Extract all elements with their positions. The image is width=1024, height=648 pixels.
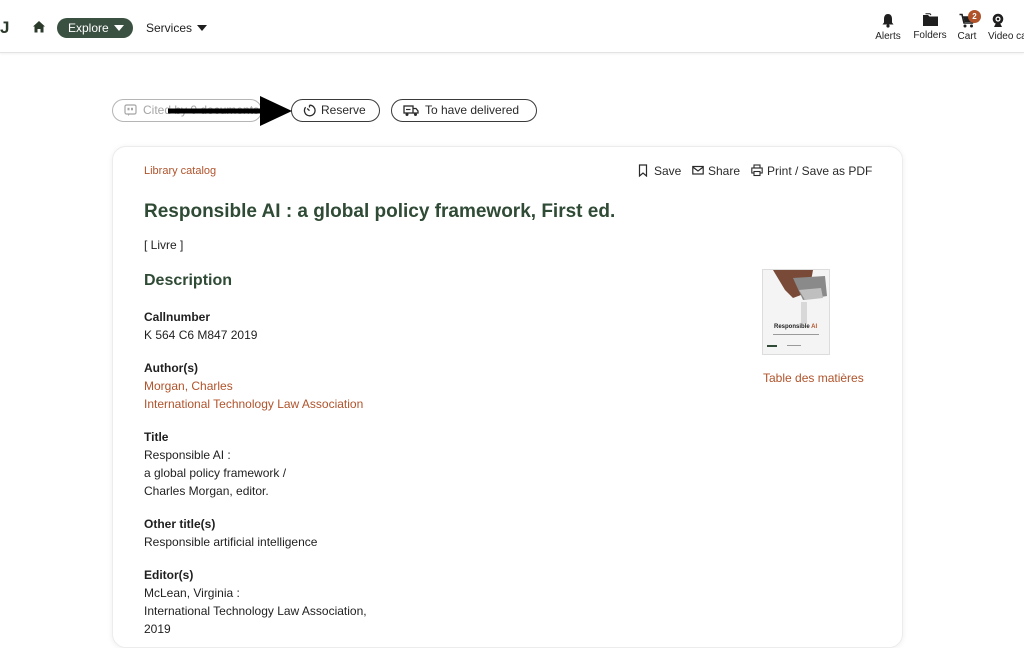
folder-icon	[922, 13, 938, 26]
timer-icon	[303, 104, 316, 117]
editors-value: McLean, Virginia : International Technol…	[144, 584, 367, 638]
author-link[interactable]: International Technology Law Association	[144, 395, 363, 413]
reserve-label: Reserve	[321, 103, 366, 117]
record-title: Responsible AI : a global policy framewo…	[144, 201, 616, 222]
document-type: [ Livre ]	[144, 238, 184, 252]
folders-button[interactable]: Folders	[912, 13, 948, 41]
share-label: Share	[708, 164, 741, 178]
editors-label: Editor(s)	[144, 568, 194, 582]
deliver-label: To have delivered	[425, 103, 520, 117]
delivery-truck-icon	[403, 105, 419, 116]
printer-icon	[751, 164, 763, 177]
pointer-arrow-icon	[168, 96, 292, 126]
author-link[interactable]: Morgan, Charles	[144, 377, 363, 395]
authors-label: Author(s)	[144, 361, 198, 375]
bookmark-icon	[638, 164, 648, 177]
envelope-icon	[692, 165, 704, 175]
description-heading: Description	[144, 272, 233, 289]
site-logo[interactable]: J	[0, 18, 9, 38]
alerts-label: Alerts	[875, 31, 901, 42]
editor-line: 2019	[144, 622, 171, 636]
explore-menu-button[interactable]: Explore	[57, 18, 133, 38]
save-label: Save	[654, 164, 682, 178]
print-label: Print / Save as PDF	[767, 164, 873, 178]
cover-artwork	[763, 270, 829, 354]
webcam-icon	[992, 13, 1004, 27]
home-icon[interactable]	[32, 20, 46, 34]
share-button[interactable]: Share	[692, 164, 741, 178]
top-navigation-bar: J Explore Services Alerts Folders Cart 2	[0, 0, 1024, 53]
chevron-down-icon	[114, 25, 124, 31]
save-button[interactable]: Save	[638, 164, 682, 178]
folders-label: Folders	[913, 30, 947, 41]
title-line: Charles Morgan, editor.	[144, 484, 269, 498]
editor-line: McLean, Virginia :	[144, 586, 240, 600]
callnumber-label: Callnumber	[144, 310, 211, 324]
video-call-button[interactable]: Video ca	[988, 13, 1024, 42]
reserve-button[interactable]: Reserve	[291, 99, 380, 122]
cart-count-badge: 2	[968, 10, 981, 23]
chevron-down-icon[interactable]	[197, 25, 207, 31]
deliver-button[interactable]: To have delivered	[391, 99, 537, 122]
title-value: Responsible AI : a global policy framewo…	[144, 446, 286, 500]
bell-icon	[882, 14, 894, 28]
cover-title-text: Responsible AI	[774, 324, 818, 330]
source-label[interactable]: Library catalog	[144, 165, 216, 177]
quote-icon	[124, 104, 137, 116]
other-titles-label: Other title(s)	[144, 517, 216, 531]
alerts-button[interactable]: Alerts	[874, 13, 902, 42]
callnumber-value: K 564 C6 M847 2019	[144, 328, 258, 342]
services-menu-button[interactable]: Services	[146, 21, 192, 35]
explore-label: Explore	[68, 21, 109, 35]
other-title-value: Responsible artificial intelligence	[144, 535, 318, 549]
cart-label: Cart	[957, 31, 977, 42]
print-button[interactable]: Print / Save as PDF	[751, 164, 873, 178]
authors-list: Morgan, Charles International Technology…	[144, 377, 363, 413]
editor-line: International Technology Law Association…	[144, 604, 367, 618]
title-line: Responsible AI :	[144, 448, 231, 462]
book-cover-image[interactable]: Responsible AI	[762, 269, 830, 355]
table-of-contents-link[interactable]: Table des matières	[763, 371, 864, 385]
title-line: a global policy framework /	[144, 466, 287, 480]
video-call-label: Video ca	[988, 31, 1024, 42]
title-label: Title	[144, 430, 169, 444]
